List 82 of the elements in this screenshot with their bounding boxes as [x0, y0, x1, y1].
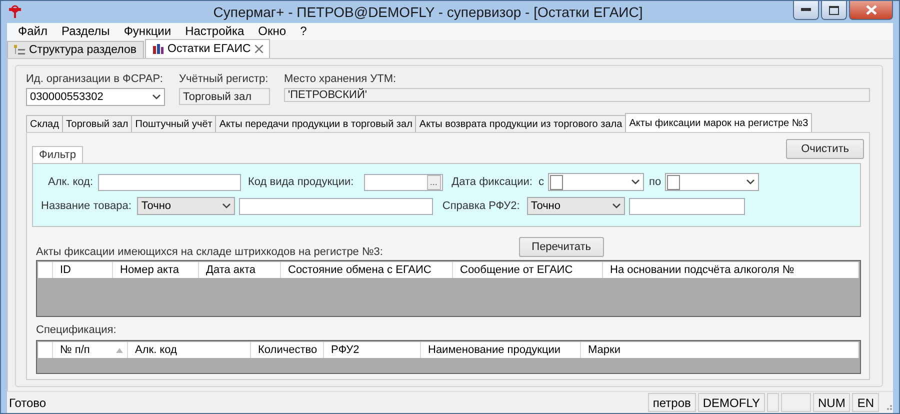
chevron-icon — [222, 203, 232, 210]
chevron-icon — [152, 94, 161, 100]
clear-button[interactable]: Очистить — [786, 139, 864, 160]
column-header[interactable]: Марки — [581, 342, 859, 358]
field-label: Учётный регистр: — [179, 73, 270, 86]
app-logo-icon — [7, 4, 23, 19]
field-label: Ид. организации в ФСРАР: — [26, 73, 164, 86]
tab-label: Структура разделов — [29, 44, 137, 56]
status-panel — [781, 393, 811, 412]
product-kind-field[interactable]: ... — [364, 174, 443, 191]
document-tab[interactable]: Остатки ЕГАИС — [144, 39, 270, 58]
column-header[interactable]: РФУ2 — [324, 342, 421, 358]
column-header[interactable]: Дата акта — [199, 262, 281, 278]
status-panel: NUM — [813, 393, 850, 412]
date-from-picker[interactable] — [548, 173, 644, 192]
chevron-icon — [746, 179, 756, 186]
close-icon[interactable] — [254, 45, 263, 54]
status-text: Готово — [8, 396, 48, 410]
bottles-icon — [152, 43, 164, 56]
document-tab[interactable]: Структура разделов — [7, 41, 144, 58]
section-tab[interactable]: Акты фиксации марок на регистре №3 — [625, 113, 812, 132]
column-header[interactable]: Номер акта — [113, 262, 199, 278]
field-label: Код вида продукции: — [248, 176, 354, 188]
checkbox[interactable] — [667, 174, 680, 190]
to-label: по — [648, 176, 662, 188]
menu-item[interactable]: Разделы — [54, 24, 117, 38]
from-label: с — [538, 176, 544, 188]
menu-item[interactable]: Файл — [11, 24, 55, 38]
close-icon — [866, 5, 876, 15]
window-title: Супермаг+ - ПЕТРОВ@DEMOFLY - супервизор - [Остатки ЕГАИС] — [212, 4, 644, 20]
menu-item[interactable]: Окно — [251, 24, 294, 38]
reread-button[interactable]: Перечитать — [518, 237, 604, 258]
status-panel: DEMOFLY — [698, 393, 765, 412]
field-label: Место хранения УТМ: — [284, 73, 398, 86]
readonly-field: Торговый зал — [179, 88, 270, 106]
minimize-icon — [801, 8, 811, 12]
maximize-icon — [829, 6, 839, 14]
menu-item[interactable]: Функции — [116, 24, 178, 38]
checkbox[interactable] — [550, 174, 563, 190]
column-header[interactable]: На основании подсчёта алкоголя № — [603, 262, 859, 278]
tree-icon — [14, 44, 25, 56]
acts-grid[interactable]: ID Номер акта Дата акта Состояние обмена с ЕГАИС Сообщение от ЕГАИС На основании подсчёта алкоголя № — [36, 260, 861, 318]
column-header[interactable]: Наименование продукции — [421, 342, 581, 358]
column-header[interactable]: ID — [53, 262, 113, 278]
field-label: Алк. код: — [47, 176, 93, 188]
section-tab[interactable]: Склад — [26, 115, 63, 132]
rfu2-input[interactable] — [628, 198, 745, 215]
table-title: Акты фиксации имеющихся на складе штрихкодов на регистре №3: — [36, 246, 383, 258]
column-header[interactable]: Состояние обмена с ЕГАИС — [281, 262, 453, 278]
browse-button[interactable]: ... — [426, 174, 441, 190]
section-tab[interactable]: Акты возврата продукции из торгового зала — [415, 115, 626, 132]
filter-tab[interactable]: Фильтр — [32, 146, 83, 164]
section-tab[interactable]: Поштучный учёт — [131, 115, 216, 132]
status-panel: EN — [852, 393, 879, 412]
section-tab[interactable]: Торговый зал — [62, 115, 132, 132]
column-header[interactable]: Количество — [251, 342, 324, 358]
match-mode-dropdown[interactable]: Точно — [137, 197, 236, 216]
spec-grid[interactable]: № п/п Алк. код Количество РФУ2 Наименование продукции Марки — [36, 340, 861, 374]
status-panel — [767, 393, 779, 412]
minimize-button[interactable] — [793, 1, 819, 20]
table-title: Спецификация: — [36, 324, 118, 336]
readonly-field: 'ПЕТРОВСКИЙ' — [284, 88, 870, 102]
product-name-input[interactable] — [239, 198, 434, 215]
alk-code-input[interactable] — [98, 174, 241, 191]
date-to-picker[interactable] — [665, 173, 760, 192]
section-tab[interactable]: Акты передачи продукции в торговый зал — [215, 115, 416, 132]
column-header[interactable]: № п/п — [53, 342, 128, 358]
column-header[interactable]: Алк. код — [128, 342, 251, 358]
chevron-icon — [612, 203, 621, 210]
chevron-icon — [630, 179, 640, 186]
maximize-button[interactable] — [821, 1, 847, 20]
field-label: Дата фиксации: — [452, 176, 532, 188]
tab-label: Остатки ЕГАИС — [168, 43, 251, 56]
column-header[interactable]: Сообщение от ЕГАИС — [453, 262, 603, 278]
field-label: Название товара: — [41, 200, 132, 212]
menu-item[interactable]: Настройка — [178, 24, 252, 38]
match-mode-dropdown[interactable]: Точно — [526, 197, 625, 216]
status-panel: петров — [648, 393, 696, 412]
org-id-dropdown[interactable]: 030000553302 — [26, 88, 165, 106]
menu-item[interactable]: ? — [293, 24, 314, 38]
field-label: Справка РФУ2: — [442, 200, 520, 212]
close-button[interactable] — [849, 1, 893, 20]
